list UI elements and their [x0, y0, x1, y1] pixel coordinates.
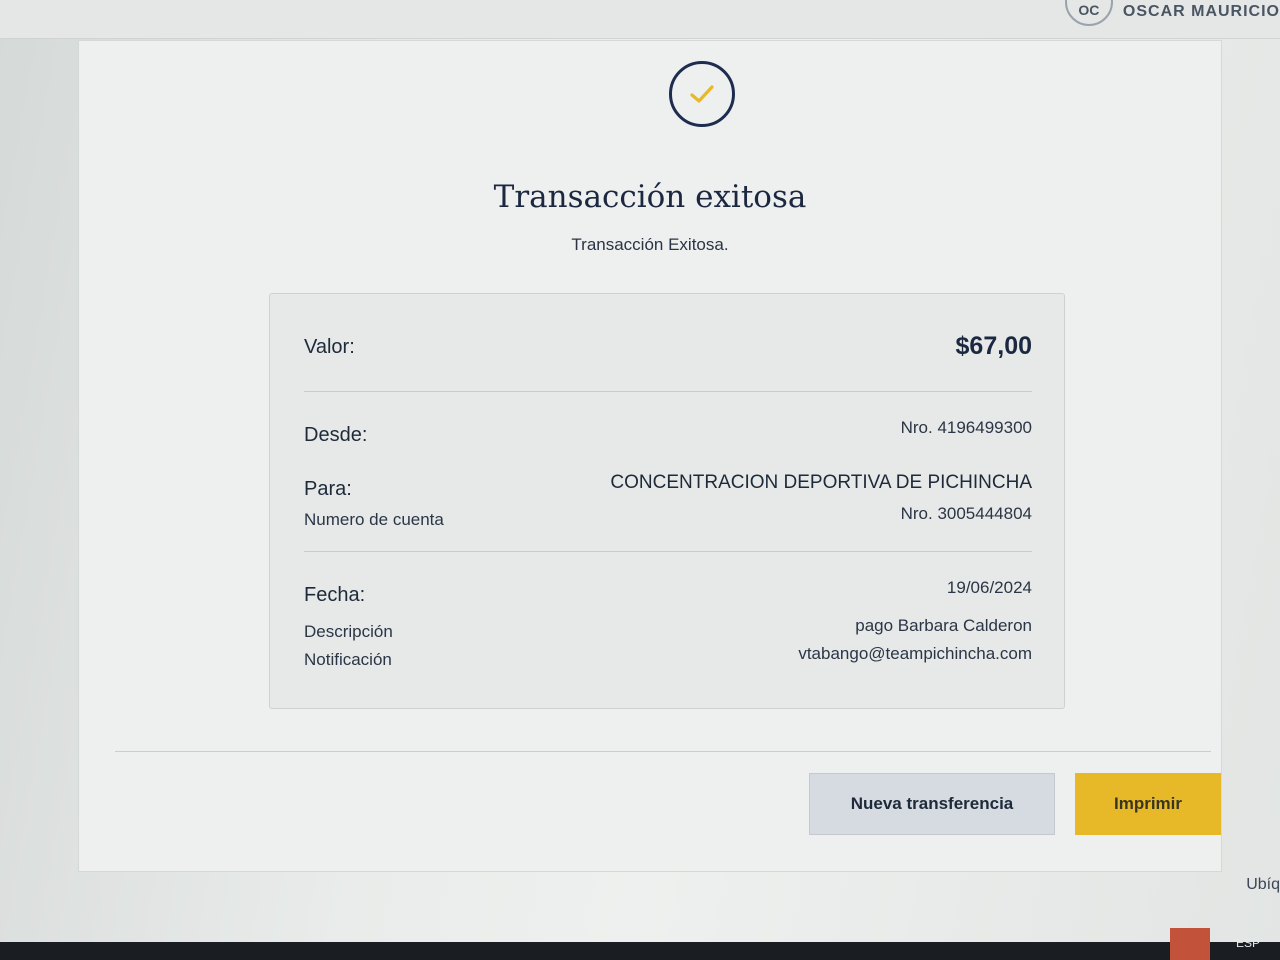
- user-name[interactable]: OSCAR MAURICIO: [1123, 3, 1280, 21]
- para-value: CONCENTRACION DEPORTIVA DE PICHINCHA: [610, 472, 1032, 493]
- desde-row: Desde: Nro. 4196499300: [304, 418, 1032, 448]
- side-text[interactable]: Ubíq: [1246, 876, 1280, 894]
- desde-label: Desde:: [304, 424, 368, 446]
- cuenta-label: Numero de cuenta: [304, 510, 444, 529]
- notificacion-label: Notificación: [304, 650, 392, 669]
- transaction-details: Valor: $67,00 Desde: Nro. 4196499300 Par…: [269, 293, 1065, 709]
- page-subtitle: Transacción Exitosa.: [571, 235, 729, 254]
- valor-label: Valor:: [304, 336, 355, 358]
- divider: [115, 751, 1211, 752]
- para-row: Para: CONCENTRACION DEPORTIVA DE PICHINC…: [304, 472, 1032, 532]
- descripcion-value: pago Barbara Calderon: [855, 616, 1032, 635]
- new-transfer-button[interactable]: Nueva transferencia: [809, 773, 1055, 835]
- descripcion-label: Descripción: [304, 622, 393, 641]
- divider: [304, 391, 1032, 392]
- language-indicator[interactable]: ESP: [1236, 936, 1260, 950]
- fecha-label: Fecha:: [304, 584, 366, 606]
- desde-value: Nro. 4196499300: [900, 418, 1032, 437]
- notificacion-value: vtabango@teampichincha.com: [798, 644, 1032, 663]
- print-button[interactable]: Imprimir: [1075, 773, 1221, 835]
- app-icon[interactable]: [1170, 928, 1210, 960]
- page-title: Transacción exitosa: [493, 179, 807, 215]
- para-label: Para:: [304, 478, 352, 500]
- check-icon: [690, 85, 714, 103]
- user-menu[interactable]: OC OSCAR MAURICIO: [1064, 0, 1280, 26]
- valor-row: Valor: $67,00: [304, 332, 1032, 366]
- success-icon-ring: [669, 61, 735, 127]
- valor-amount: $67,00: [955, 332, 1032, 360]
- top-bar: OC OSCAR MAURICIO: [0, 0, 1280, 39]
- page: OC OSCAR MAURICIO Transacción exitosa Tr…: [0, 0, 1280, 960]
- taskbar: ESP: [0, 928, 1280, 960]
- fecha-value: 19/06/2024: [946, 578, 1032, 597]
- divider: [304, 551, 1032, 552]
- fecha-row: Fecha: 19/06/2024 Descripción pago Barba…: [304, 578, 1032, 678]
- transaction-card: Transacción exitosa Transacción Exitosa.…: [78, 40, 1222, 872]
- user-avatar[interactable]: OC: [1064, 0, 1113, 26]
- cuenta-value: Nro. 3005444804: [900, 504, 1032, 523]
